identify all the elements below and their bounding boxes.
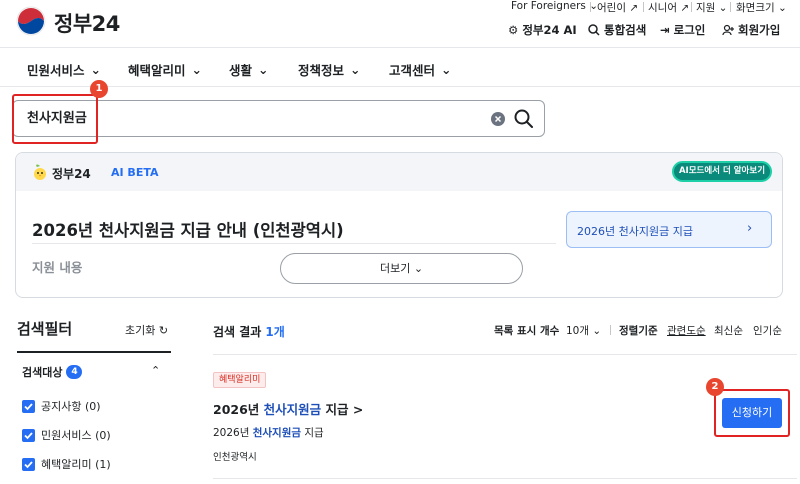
nav-civil-services[interactable]: 민원서비스 ⌄ <box>27 60 101 79</box>
search-button[interactable] <box>513 108 535 130</box>
results-count: 1개 <box>265 325 285 339</box>
user-plus-icon <box>722 24 734 36</box>
chevron-down-icon: ⌄ <box>413 262 424 275</box>
chevron-down-icon: ⌄ <box>350 62 361 77</box>
chevron-down-icon: ⌄ <box>777 2 787 14</box>
chevron-down-icon: ⌄ <box>441 62 452 77</box>
nav-benefit-alerts[interactable]: 혜택알리미 ⌄ <box>128 60 202 79</box>
list-count-selector[interactable]: 목록 표시 개수 10개 ⌄ <box>494 323 601 338</box>
highlight-box-search <box>12 94 98 144</box>
results-summary: 검색 결과 1개 <box>213 325 285 339</box>
step-badge-1: 1 <box>90 80 108 98</box>
filter-option-civil-services[interactable]: 민원서비스 (0) <box>22 427 111 443</box>
ai-answer-card: 정부24 AI BETA AI모드에서 더 알아보기 2026년 천사지원금 지… <box>15 152 783 298</box>
highlight-box-apply <box>714 389 790 437</box>
filter-count-badge: 4 <box>66 365 83 379</box>
result-title-link[interactable]: 2026년 천사지원금 지급 > <box>213 399 363 418</box>
sort-label: 정렬기준 <box>619 325 658 337</box>
ai-beta-label: AI BETA <box>111 166 159 179</box>
external-link-icon: ↗ <box>680 2 690 14</box>
site-logo-text[interactable]: 정부24 <box>54 8 120 38</box>
expand-more-button[interactable]: 더보기 ⌄ <box>280 253 523 284</box>
filter-option-benefit-alerts[interactable]: 혜택알리미 (1) <box>22 456 111 472</box>
login-icon: ⇥ <box>660 23 670 37</box>
divider <box>590 2 591 12</box>
search-icon <box>588 24 600 36</box>
reset-filter-button[interactable]: 초기화 ↻ <box>125 322 168 338</box>
signup-link[interactable]: 회원가입 <box>722 22 780 38</box>
filter-option-notice[interactable]: 공지사항 (0) <box>22 398 101 414</box>
filter-title: 검색필터 <box>17 320 73 338</box>
support-menu[interactable]: 지원 ⌄ <box>696 0 727 15</box>
ai-mascot-icon <box>32 163 48 181</box>
chevron-down-icon: ⌄ <box>592 325 602 337</box>
sort-latest[interactable]: 최신순 <box>714 323 743 338</box>
nav-customer-center[interactable]: 고객센터 ⌄ <box>389 60 452 79</box>
results-divider <box>213 354 797 355</box>
filter-group-target[interactable]: 검색대상 4 <box>22 364 83 380</box>
filter-divider <box>17 351 171 353</box>
checkbox-checked[interactable] <box>22 457 35 471</box>
screen-size-menu[interactable]: 화면크기 ⌄ <box>736 0 787 15</box>
divider <box>610 325 611 335</box>
sort-popular[interactable]: 인기순 <box>753 323 782 338</box>
chevron-right-icon: › <box>747 221 753 236</box>
ai-mode-more-button[interactable]: AI모드에서 더 알아보기 <box>672 161 772 182</box>
ai-gear-icon: ⚙ <box>508 23 519 37</box>
sort-relevance[interactable]: 관련도순 <box>667 323 706 338</box>
ai-brand-label: 정부24 <box>52 167 91 181</box>
divider <box>730 2 731 12</box>
nav-policy-info[interactable]: 정책정보 ⌄ <box>298 60 361 79</box>
checkbox-checked[interactable] <box>22 428 35 442</box>
senior-link[interactable]: 시니어 ↗ <box>648 0 689 15</box>
chevron-down-icon: ⌄ <box>718 2 728 14</box>
result-description: 2026년 천사지원금 지급 <box>213 427 324 439</box>
nav-divider <box>0 86 800 87</box>
government-emblem-logo[interactable] <box>16 6 46 36</box>
refresh-icon: ↻ <box>158 324 169 337</box>
ai-card-header: 정부24 AI BETA AI모드에서 더 알아보기 <box>16 153 782 191</box>
search-icon <box>514 109 533 128</box>
chevron-right-icon: > <box>352 402 364 417</box>
header-divider <box>0 47 800 48</box>
chevron-down-icon: ⌄ <box>90 62 101 77</box>
results-divider <box>213 478 797 479</box>
integrated-search-link[interactable]: 통합검색 <box>588 22 646 38</box>
step-badge-2: 2 <box>706 378 724 396</box>
chevron-down-icon: ⌄ <box>191 62 202 77</box>
result-organization: 인천광역시 <box>213 452 257 463</box>
chevron-up-icon[interactable]: ⌃ <box>151 364 160 377</box>
clear-search-button[interactable] <box>491 112 505 126</box>
gov24-ai-link[interactable]: ⚙ 정부24 AI <box>508 22 577 38</box>
ai-related-link[interactable]: 2026년 천사지원금 지급 › <box>566 211 772 248</box>
for-foreigners-link[interactable]: For Foreigners ⌄ <box>511 0 598 12</box>
external-link-icon: ↗ <box>629 2 639 14</box>
chevron-down-icon: ⌄ <box>258 62 269 77</box>
divider <box>32 243 556 244</box>
category-tag: 혜택알리미 <box>213 372 267 388</box>
kids-link[interactable]: 어린이 ↗ <box>597 0 638 15</box>
login-link[interactable]: ⇥ 로그인 <box>660 22 705 38</box>
ai-answer-title: 2026년 천사지원금 지급 안내 (인천광역시) <box>32 221 344 240</box>
ai-section-label: 지원 내용 <box>32 260 83 275</box>
divider <box>691 2 692 12</box>
divider <box>643 2 644 12</box>
nav-living[interactable]: 생활 ⌄ <box>229 60 269 79</box>
checkbox-checked[interactable] <box>22 399 35 413</box>
